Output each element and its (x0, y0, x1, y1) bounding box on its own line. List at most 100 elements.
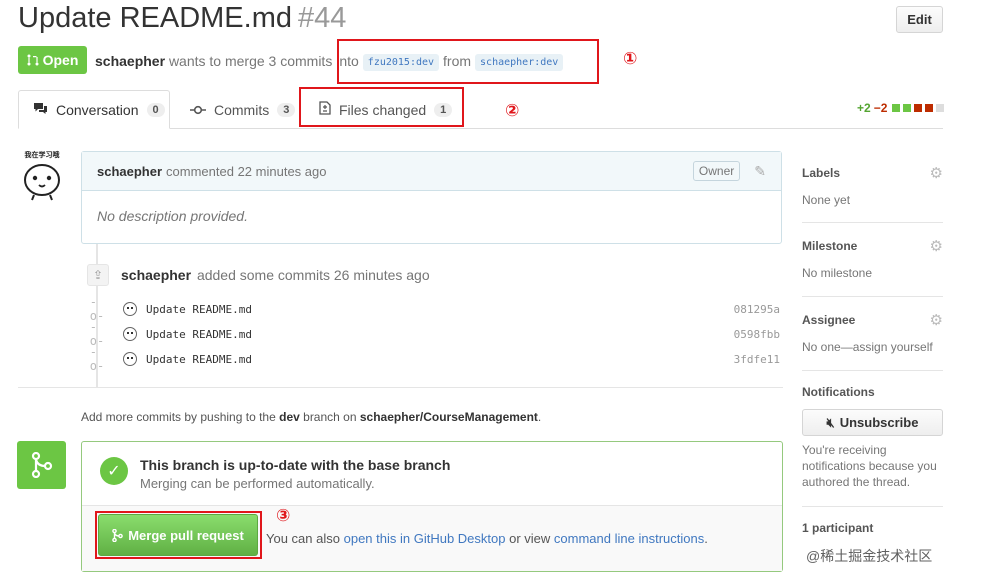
avatar[interactable]: 我在学习哦 (20, 150, 64, 202)
diffstat-additions: +2 (857, 101, 871, 115)
assignee-title: Assignee (802, 313, 856, 327)
repo-push-icon: ⇪ (87, 264, 109, 286)
watermark: @稀土掘金技术社区 (806, 548, 933, 564)
commit-avatar[interactable] (123, 327, 137, 341)
commit-row: -o- Update README.md 3fdfe11 (89, 345, 780, 373)
commits-text: added some commits 26 minutes ago (196, 267, 430, 283)
gear-icon[interactable]: ⚙ (930, 311, 943, 329)
pr-title-text: Update README.md (18, 2, 292, 34)
mute-icon: 🔇︎ (826, 414, 835, 430)
gear-icon[interactable]: ⚙ (930, 237, 943, 255)
diffstat-deletions: −2 (873, 101, 888, 115)
sidebar-labels: Labels ⚙ None yet (802, 164, 943, 207)
diff-icon (319, 101, 331, 118)
git-pull-request-icon (27, 54, 39, 66)
diffstat-block (914, 104, 923, 112)
open-desktop-link[interactable]: open this in GitHub Desktop (344, 531, 506, 546)
tab-files-count: 1 (434, 102, 453, 117)
comment-discussion-icon (33, 102, 48, 118)
sidebar-assignee: Assignee ⚙ No one—assign yourself (802, 311, 943, 354)
milestone-value: No milestone (802, 266, 873, 280)
meta-author[interactable]: schaepher (95, 53, 165, 69)
commit-message[interactable]: Update README.md (146, 328, 252, 341)
merge-alt-post: . (704, 531, 708, 546)
tab-commits-count: 3 (277, 102, 296, 117)
pr-number: #44 (298, 2, 347, 34)
comment-action: commented 22 minutes ago (166, 163, 327, 179)
diffstat-block (925, 104, 934, 112)
edit-button[interactable]: Edit (896, 6, 943, 33)
pr-title: Update README.md #44 (18, 2, 346, 35)
commit-row: -o- Update README.md 081295a (89, 295, 780, 323)
git-commit-icon: -o- (89, 345, 105, 373)
annotation-number-3: ③ (276, 506, 291, 526)
commit-message[interactable]: Update README.md (146, 303, 252, 316)
notifications-title: Notifications (802, 385, 875, 399)
commit-sha[interactable]: 0598fbb (734, 328, 780, 341)
annotation-number-1: ① (623, 49, 638, 69)
diffstat: +2 −2 (857, 101, 945, 115)
push-hint: Add more commits by pushing to the dev b… (81, 410, 541, 424)
annotation-number-2: ② (505, 101, 520, 121)
tab-conversation-count: 0 (146, 102, 165, 117)
merge-alt-mid: or view (509, 531, 551, 546)
notifications-reason: You're receiving notifications because y… (802, 443, 937, 489)
tab-commits[interactable]: Commits 3 (176, 90, 309, 129)
check-icon: ✓ (100, 457, 128, 485)
diffstat-block (892, 104, 901, 112)
pencil-icon[interactable]: ✎ (754, 163, 766, 180)
merge-title: This branch is up-to-date with the base … (140, 457, 451, 473)
push-hint-pre: Add more commits by pushing to the (81, 410, 276, 424)
avatar-caption: 我在学习哦 (24, 151, 60, 159)
commit-avatar[interactable] (123, 302, 137, 316)
sidebar-divider (802, 506, 943, 507)
push-hint-post: . (537, 410, 542, 424)
commit-row: -o- Update README.md 0598fbb (89, 320, 780, 348)
comment-body: No description provided. (97, 208, 248, 224)
commit-avatar[interactable] (123, 352, 137, 366)
sidebar-participants: 1 participant (802, 521, 943, 535)
comment-author[interactable]: schaepher (97, 164, 162, 179)
unsubscribe-button[interactable]: 🔇︎ Unsubscribe (802, 409, 943, 436)
tab-files-changed[interactable]: Files changed 1 (305, 90, 466, 129)
git-commit-icon (190, 102, 206, 118)
avatar-face-icon (24, 164, 60, 201)
commit-sha[interactable]: 081295a (734, 303, 780, 316)
annotation-box-3 (95, 511, 262, 559)
merge-alternatives: You can also open this in GitHub Desktop… (266, 531, 708, 546)
comment-header: schaepher commented 22 minutes ago Owner… (82, 152, 781, 191)
merge-alt-pre: You can also (266, 531, 340, 546)
commit-sha[interactable]: 3fdfe11 (734, 353, 780, 366)
tab-commits-label: Commits (214, 101, 270, 118)
participants-title: 1 participant (802, 521, 874, 535)
merge-status: ✓ This branch is up-to-date with the bas… (100, 457, 450, 491)
state-badge: Open (18, 46, 87, 74)
sidebar-milestone: Milestone ⚙ No milestone (802, 237, 943, 280)
comment-box: schaepher commented 22 minutes ago Owner… (81, 151, 782, 244)
commit-message[interactable]: Update README.md (146, 353, 252, 366)
sidebar-divider (802, 296, 943, 297)
commits-summary: ⇪ schaepher added some commits 26 minute… (87, 264, 430, 286)
sidebar-notifications: Notifications (802, 385, 943, 399)
owner-badge: Owner (692, 161, 741, 181)
tab-files-label: Files changed (339, 101, 427, 118)
milestone-title: Milestone (802, 239, 858, 253)
diffstat-block (903, 104, 912, 112)
unsubscribe-label: Unsubscribe (839, 415, 919, 430)
sidebar-divider (802, 222, 943, 223)
git-commit-icon: -o- (89, 295, 105, 323)
assignee-value[interactable]: No one—assign yourself (802, 340, 943, 354)
push-hint-repo[interactable]: schaepher/CourseManagement (360, 410, 538, 424)
push-hint-mid: branch on (303, 410, 357, 424)
meta-text: wants to merge 3 commits (168, 53, 333, 69)
command-line-link[interactable]: command line instructions (554, 531, 704, 546)
timeline-divider (18, 387, 783, 388)
gear-icon[interactable]: ⚙ (930, 164, 943, 182)
labels-value: None yet (802, 193, 851, 207)
git-merge-icon (17, 441, 66, 489)
annotation-box-1 (337, 39, 599, 84)
tab-conversation[interactable]: Conversation 0 (18, 90, 170, 129)
labels-title: Labels (802, 166, 841, 180)
commits-author[interactable]: schaepher (121, 267, 191, 283)
git-commit-icon: -o- (89, 320, 105, 348)
